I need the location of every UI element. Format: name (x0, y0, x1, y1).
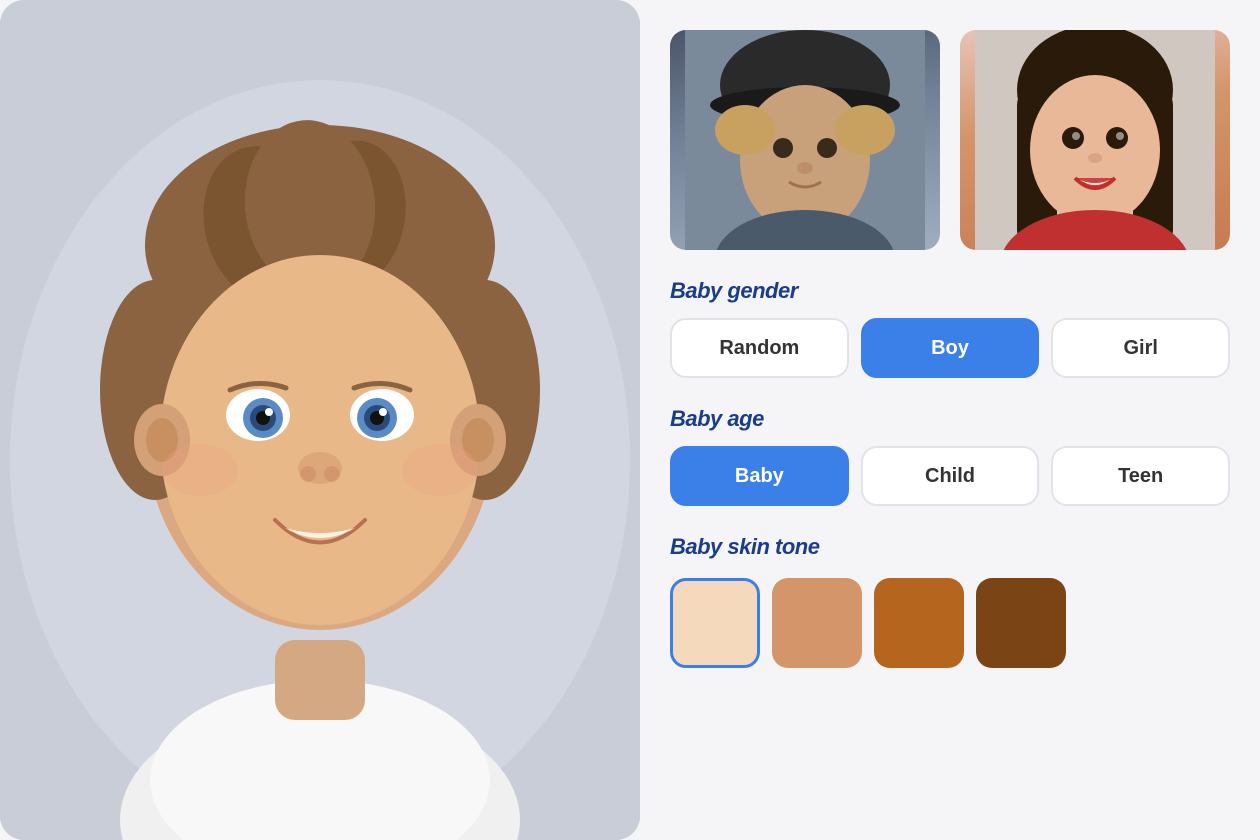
skin-swatch-tan[interactable] (874, 578, 964, 668)
female-parent-portrait (960, 30, 1230, 250)
right-panel: Baby gender Random Boy Girl Baby age Bab… (640, 0, 1260, 840)
age-toggle-group: Baby Child Teen (670, 446, 1230, 506)
skin-swatch-light[interactable] (670, 578, 760, 668)
age-baby-button[interactable]: Baby (670, 446, 849, 506)
skin-section-label: Baby skin tone (670, 534, 1230, 560)
age-child-button[interactable]: Child (861, 446, 1040, 506)
gender-random-button[interactable]: Random (670, 318, 849, 378)
main-child-photo (0, 0, 640, 840)
gender-toggle-group: Random Boy Girl (670, 318, 1230, 378)
male-parent-portrait (670, 30, 940, 250)
gender-girl-button[interactable]: Girl (1051, 318, 1230, 378)
skin-swatch-medium[interactable] (772, 578, 862, 668)
age-section-label: Baby age (670, 406, 1230, 432)
portraits-row (670, 30, 1230, 250)
skin-tones-row (670, 578, 1230, 668)
skin-swatch-dark[interactable] (976, 578, 1066, 668)
age-teen-button[interactable]: Teen (1051, 446, 1230, 506)
gender-boy-button[interactable]: Boy (861, 318, 1040, 378)
gender-section-label: Baby gender (670, 278, 1230, 304)
